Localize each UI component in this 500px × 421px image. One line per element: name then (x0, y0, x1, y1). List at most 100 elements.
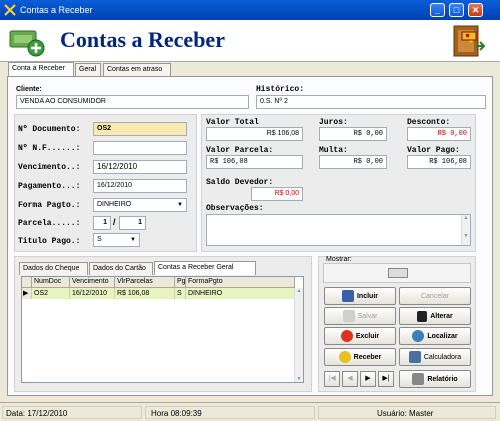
desconto-field[interactable]: R$ 0,00 (407, 127, 471, 141)
calculadora-button[interactable]: Calculadora (399, 348, 471, 366)
maximize-button[interactable]: □ (449, 3, 464, 17)
vencimento-field[interactable]: 16/12/2010 (93, 160, 187, 174)
grid-header-pg[interactable]: Pg (175, 277, 186, 288)
grid-cell-vencimento[interactable]: 16/12/2010 (70, 288, 115, 299)
grid-header-vlrparcelas[interactable]: VlrParcelas (115, 277, 175, 288)
grid-cell-pg[interactable]: S (175, 288, 186, 299)
close-button[interactable]: ✕ (468, 3, 483, 17)
nav-next-button[interactable]: ▶ (360, 371, 376, 387)
calculadora-label: Calculadora (423, 353, 462, 361)
door-exit-icon[interactable] (450, 24, 486, 58)
subtab-contas-receber-geral[interactable]: Contas a Receber Geral (154, 261, 256, 275)
nav-prev-button[interactable]: ◀ (342, 371, 358, 387)
tab-contas-em-atraso[interactable]: Contas em atraso (103, 63, 171, 77)
edit-document-icon (417, 310, 428, 322)
nav-last-button[interactable]: ▶| (378, 371, 394, 387)
parcela-total-field[interactable]: 1 (119, 216, 146, 230)
scroll-down-icon[interactable]: ▼ (295, 376, 303, 382)
window-titlebar[interactable]: Contas a Receber _ □ ✕ (0, 0, 500, 20)
localizar-label: Localizar (427, 332, 458, 340)
floppy-icon (342, 310, 355, 322)
nf-field[interactable] (93, 141, 187, 155)
chevron-down-icon[interactable]: ▼ (175, 200, 185, 210)
grid-header-vencimento[interactable]: Vencimento (70, 277, 115, 288)
juros-field[interactable]: R$ 0,00 (319, 127, 387, 141)
app-tools-icon (4, 4, 16, 16)
valor-pago-label: Valor Pago: (407, 146, 460, 155)
relatorio-button[interactable]: Relatório (399, 370, 471, 388)
parcela-separator: / (113, 217, 116, 227)
book-icon (341, 290, 354, 302)
scroll-up-icon[interactable]: ▲ (462, 215, 470, 221)
money-add-icon (9, 30, 45, 57)
mostrar-indicator[interactable] (388, 268, 408, 278)
titulo-pago-label: Titulo Pago.: (18, 237, 81, 246)
delete-icon (340, 330, 353, 342)
parcela-numero-field[interactable]: 1 (93, 216, 111, 230)
observacoes-scrollbar[interactable]: ▲ ▼ (461, 215, 470, 245)
status-data: Data: 17/12/2010 (2, 406, 142, 419)
subtab-dados-cheque[interactable]: Dados do Cheque (19, 262, 88, 275)
incluir-button[interactable]: Incluir (324, 287, 396, 305)
valor-pago-field[interactable]: R$ 106,08 (407, 155, 471, 169)
localizar-button[interactable]: Localizar (399, 327, 471, 345)
status-hora: Hora 08:09:39 (145, 406, 315, 419)
receber-label: Receber (353, 353, 382, 361)
receber-button[interactable]: Receber (324, 348, 396, 366)
mostrar-label: Mostrar: (326, 256, 352, 263)
excluir-button[interactable]: Excluir (324, 327, 396, 345)
pagamento-field[interactable]: 16/12/2010 (93, 179, 187, 193)
observacoes-textarea[interactable] (206, 214, 471, 246)
contas-grid[interactable]: NumDoc Vencimento VlrParcelas Pg FormaPg… (21, 276, 304, 383)
scroll-down-icon[interactable]: ▼ (462, 233, 470, 239)
chevron-down-icon[interactable]: ▼ (128, 235, 138, 245)
status-bar: Data: 17/12/2010 Hora 08:09:39 Usuário: … (0, 402, 500, 421)
grid-cell-formapgto[interactable]: DINHEIRO (186, 288, 295, 299)
tab-geral[interactable]: Geral (75, 63, 101, 77)
valor-total-field[interactable]: R$ 106,08 (206, 127, 303, 141)
grid-corner-header (22, 277, 32, 288)
calculator-icon (408, 351, 421, 363)
minimize-button[interactable]: _ (430, 3, 445, 17)
desconto-label: Desconto: (407, 118, 451, 127)
multa-label: Multa: (319, 146, 348, 155)
historico-field[interactable]: 0.S. Nº 2 (256, 95, 486, 109)
valor-parcela-label: Valor Parcela: (206, 146, 274, 155)
valor-parcela-field[interactable]: R$ 106,08 (206, 155, 303, 169)
grid-cell-numdoc[interactable]: OS2 (32, 288, 70, 299)
juros-label: Juros: (319, 118, 348, 127)
saldo-devedor-field[interactable]: R$ 0,00 (251, 187, 303, 201)
nav-first-button[interactable]: |◀ (324, 371, 340, 387)
cliente-label: Cliente: (16, 86, 42, 93)
cliente-field[interactable]: VENDA AO CONSUMIDOR (16, 95, 249, 109)
observacoes-label: Observações: (206, 204, 264, 213)
forma-pagto-select[interactable]: DINHEIRO ▼ (93, 198, 187, 212)
titulo-pago-select[interactable]: S ▼ (93, 233, 140, 247)
pagamento-label: Pagamento...: (18, 182, 81, 191)
grid-header-formapgto[interactable]: FormaPgto (186, 277, 295, 288)
grid-cell-vlrparcelas[interactable]: R$ 106,08 (115, 288, 175, 299)
grid-vertical-scrollbar[interactable]: ▲ ▼ (294, 288, 303, 382)
scroll-up-icon[interactable]: ▲ (295, 288, 303, 294)
cancelar-button[interactable]: Cancelar (399, 287, 471, 305)
status-usuario: Usuário: Master (318, 406, 496, 419)
excluir-label: Excluir (355, 332, 380, 340)
saldo-devedor-label: Saldo Devedor: (206, 178, 274, 187)
nf-label: Nº N.F......: (18, 144, 81, 153)
grid-row-marker: ▶ (22, 288, 32, 299)
subtab-dados-cartao[interactable]: Dados do Cartão (89, 262, 153, 275)
grid-header-numdoc[interactable]: NumDoc (32, 277, 70, 288)
documento-field[interactable]: OS2 (93, 122, 187, 136)
parcela-label: Parcela.....: (18, 219, 81, 228)
multa-field[interactable]: R$ 0,00 (319, 155, 387, 169)
printer-icon (412, 373, 425, 385)
historico-label: Histórico: (256, 85, 305, 94)
salvar-label: Salvar (357, 312, 378, 320)
documento-label: Nº Documento: (18, 125, 81, 134)
coin-icon (338, 351, 351, 363)
alterar-label: Alterar (430, 312, 453, 320)
salvar-button[interactable]: Salvar (324, 307, 396, 325)
alterar-button[interactable]: Alterar (399, 307, 471, 325)
tab-conta-a-receber[interactable]: Conta a Receber (8, 62, 74, 77)
page-title: Contas a Receber (60, 27, 225, 52)
